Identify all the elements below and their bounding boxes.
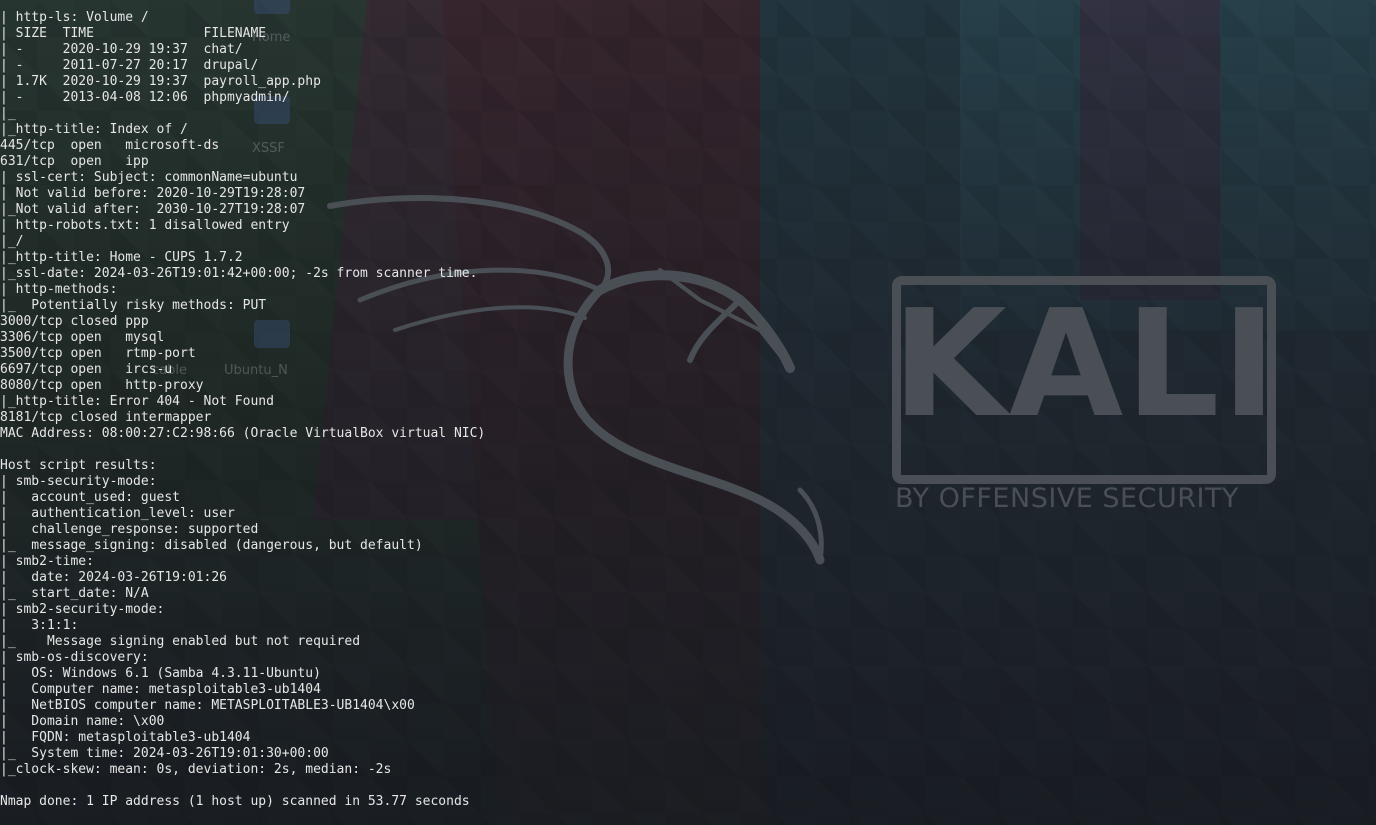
- terminal-line: |_http-title: Error 404 - Not Found: [0, 394, 274, 409]
- terminal-line: | http-robots.txt: 1 disallowed entry: [0, 218, 290, 233]
- terminal-line: | smb-security-mode:: [0, 474, 157, 489]
- terminal-output[interactable]: | http-ls: Volume / | SIZE TIME FILENAME |…: [0, 10, 1376, 825]
- terminal-line: 445/tcp open microsoft-ds: [0, 138, 220, 153]
- terminal-line: | challenge_response: supported: [0, 522, 259, 537]
- terminal-line: Host script results:: [0, 458, 157, 473]
- terminal-line: |_ message_signing: disabled (dangerous,…: [0, 538, 423, 553]
- terminal-line: | date: 2024-03-26T19:01:26: [0, 570, 227, 585]
- terminal-line: Nmap done: 1 IP address (1 host up) scan…: [0, 794, 470, 809]
- terminal-line: | 1.7K 2020-10-29 19:37 payroll_app.php: [0, 74, 321, 89]
- terminal-line: | Not valid before: 2020-10-29T19:28:07: [0, 186, 306, 201]
- terminal-line: 8080/tcp open http-proxy: [0, 378, 204, 393]
- terminal-line: |_Not valid after: 2030-10-27T19:28:07: [0, 202, 306, 217]
- terminal-line: | http-methods:: [0, 282, 118, 297]
- terminal-line: | - 2013-04-08 12:06 phpmyadmin/: [0, 90, 290, 105]
- terminal-line: |_http-title: Home - CUPS 1.7.2: [0, 250, 243, 265]
- terminal-line: |_ System time: 2024-03-26T19:01:30+00:0…: [0, 746, 329, 761]
- terminal-line: | authentication_level: user: [0, 506, 235, 521]
- terminal-line: 3306/tcp open mysql: [0, 330, 165, 345]
- terminal-line: | Computer name: metasploitable3-ub1404: [0, 682, 321, 697]
- terminal-line: | smb2-security-mode:: [0, 602, 165, 617]
- terminal-line: | Domain name: \x00: [0, 714, 165, 729]
- terminal-line: | account_used: guest: [0, 490, 181, 505]
- terminal-line: | smb2-time:: [0, 554, 94, 569]
- terminal-line: | smb-os-discovery:: [0, 650, 149, 665]
- terminal-line: 3500/tcp open rtmp-port: [0, 346, 196, 361]
- terminal-line: |_: [0, 106, 16, 121]
- terminal-line: | ssl-cert: Subject: commonName=ubuntu: [0, 170, 298, 185]
- terminal-line: |_ssl-date: 2024-03-26T19:01:42+00:00; -…: [0, 266, 478, 281]
- terminal-line: |_ Potentially risky methods: PUT: [0, 298, 267, 313]
- terminal-line: MAC Address: 08:00:27:C2:98:66 (Oracle V…: [0, 426, 486, 441]
- terminal-line: |_http-title: Index of /: [0, 122, 188, 137]
- terminal-line: | - 2020-10-29 19:37 chat/: [0, 42, 243, 57]
- terminal-line: | - 2011-07-27 20:17 drupal/: [0, 58, 259, 73]
- terminal-line: | FQDN: metasploitable3-ub1404: [0, 730, 251, 745]
- terminal-line: | SIZE TIME FILENAME: [0, 26, 267, 41]
- terminal-line: | http-ls: Volume /: [0, 10, 149, 25]
- terminal-line: 3000/tcp closed ppp: [0, 314, 149, 329]
- terminal-line: | OS: Windows 6.1 (Samba 4.3.11-Ubuntu): [0, 666, 321, 681]
- terminal-line: 8181/tcp closed intermapper: [0, 410, 212, 425]
- terminal-line: | 3:1:1:: [0, 618, 79, 633]
- terminal-line: | NetBIOS computer name: METASPLOITABLE3…: [0, 698, 415, 713]
- terminal-line: 631/tcp open ipp: [0, 154, 149, 169]
- terminal-line: |_ start_date: N/A: [0, 586, 149, 601]
- terminal-line: |_/: [0, 234, 24, 249]
- terminal-line: |_ Message signing enabled but not requi…: [0, 634, 361, 649]
- terminal-line: |_clock-skew: mean: 0s, deviation: 2s, m…: [0, 762, 392, 777]
- terminal-line: 6697/tcp open ircs-u: [0, 362, 173, 377]
